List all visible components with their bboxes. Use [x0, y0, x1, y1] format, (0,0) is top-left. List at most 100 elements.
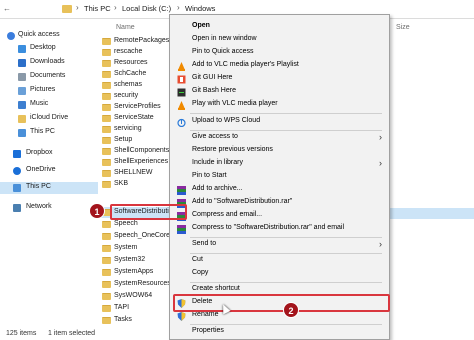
chevron-right-icon[interactable]: › — [114, 3, 117, 12]
sidebar-item-documents[interactable]: Documents — [0, 71, 98, 83]
menu-item-vlc-playlist[interactable]: Add to VLC media player's Playlist — [170, 60, 389, 72]
chevron-right-icon: › — [379, 158, 382, 168]
sidebar-item-label: This PC — [26, 183, 51, 190]
sidebar-item-onedrive[interactable]: OneDrive — [0, 165, 98, 177]
folder-icon — [102, 159, 111, 166]
menu-divider — [190, 324, 382, 325]
sidebar-item-network[interactable]: Network — [0, 202, 98, 214]
sidebar-item-pictures[interactable]: Pictures — [0, 85, 98, 97]
menu-item-open-new-window[interactable]: Open in new window — [170, 34, 389, 46]
menu-item-label: Copy — [192, 269, 209, 276]
menu-item-send-to[interactable]: Send to › — [170, 239, 389, 251]
menu-item-add-to-rar[interactable]: Add to "SoftwareDistribution.rar" — [170, 197, 389, 209]
menu-item-cut[interactable]: Cut — [170, 255, 389, 267]
file-name: SHELLNEW — [114, 169, 153, 176]
menu-item-pin-start[interactable]: Pin to Start — [170, 171, 389, 183]
folder-icon — [102, 317, 111, 324]
folder-icon — [102, 245, 111, 252]
menu-item-include-library[interactable]: Include in library › — [170, 158, 389, 170]
winrar-icon — [177, 225, 186, 234]
menu-item-give-access[interactable]: Give access to › — [170, 132, 389, 144]
chevron-right-icon[interactable]: › — [177, 3, 180, 12]
folder-icon — [102, 257, 111, 264]
callout-box-folder — [110, 204, 187, 220]
file-name: SystemApps — [114, 268, 154, 275]
callout-badge-1: 1 — [89, 203, 105, 219]
sidebar-item-label: iCloud Drive — [30, 114, 69, 121]
menu-item-pin-quick-access[interactable]: Pin to Quick access — [170, 47, 389, 59]
sidebar-item-desktop[interactable]: Desktop — [0, 43, 98, 55]
onedrive-icon — [13, 167, 21, 175]
file-name: Speech — [114, 220, 138, 227]
file-name: ShellExperiences — [114, 158, 169, 165]
file-name: SKB — [114, 180, 129, 187]
folder-icon — [102, 269, 111, 276]
sidebar-item-label: Documents — [30, 72, 66, 79]
sidebar-item-label: This PC — [30, 128, 55, 135]
file-name: security — [114, 92, 139, 99]
computer-icon — [18, 129, 26, 137]
menu-item-label: Cut — [192, 256, 203, 263]
vlc-icon — [177, 62, 186, 71]
chevron-right-icon[interactable]: › — [76, 3, 79, 12]
file-name: Tasks — [114, 316, 132, 323]
breadcrumb-this-pc[interactable]: This PC — [84, 4, 111, 13]
menu-item-label: Give access to — [192, 133, 238, 140]
column-header-name[interactable]: Name — [116, 24, 135, 31]
sidebar-item-this-pc-quick[interactable]: This PC — [0, 127, 98, 139]
file-name: System32 — [114, 256, 146, 263]
menu-item-label: Play with VLC media player — [192, 100, 278, 107]
column-header-size[interactable]: Size — [396, 24, 410, 31]
file-name: ShellComponents — [114, 147, 170, 154]
sidebar-item-quick-access[interactable]: Quick access — [0, 30, 98, 42]
breadcrumb-local-disk[interactable]: Local Disk (C:) — [122, 4, 171, 13]
menu-item-upload-wps[interactable]: Upload to WPS Cloud — [170, 116, 389, 128]
menu-item-label: Rename — [192, 311, 219, 318]
menu-item-compress-rar-email[interactable]: Compress to "SoftwareDistribution.rar" a… — [170, 223, 389, 235]
menu-item-label: Create shortcut — [192, 285, 240, 292]
file-name: SystemResources — [114, 280, 171, 287]
menu-item-add-archive[interactable]: Add to archive... — [170, 184, 389, 196]
sidebar-item-music[interactable]: Music — [0, 99, 98, 111]
menu-item-compress-email[interactable]: Compress and email... — [170, 210, 389, 222]
sidebar-item-label: Desktop — [30, 44, 56, 51]
sidebar-item-label: Dropbox — [26, 149, 53, 156]
chevron-right-icon: › — [379, 239, 382, 249]
folder-icon — [102, 148, 111, 155]
menu-item-restore-previous[interactable]: Restore previous versions — [170, 145, 389, 157]
menu-item-git-bash[interactable]: Git Bash Here — [170, 86, 389, 98]
file-name: Setup — [114, 136, 133, 143]
sidebar-item-dropbox[interactable]: Dropbox — [0, 148, 98, 160]
folder-icon — [102, 93, 111, 100]
folder-icon — [102, 281, 111, 288]
nav-arrow-icon[interactable]: ← — [3, 4, 13, 14]
download-icon — [18, 59, 26, 67]
menu-item-properties[interactable]: Properties — [170, 326, 389, 338]
menu-item-label: Git GUI Here — [192, 74, 233, 81]
menu-item-label: Compress and email... — [192, 211, 263, 218]
sidebar-item-icloud-drive[interactable]: iCloud Drive — [0, 113, 98, 125]
menu-item-label: Open in new window — [192, 35, 257, 42]
file-name: SchCache — [114, 70, 147, 77]
menu-item-play-vlc[interactable]: Play with VLC media player — [170, 99, 389, 111]
file-name: RemotePackages — [114, 37, 170, 44]
breadcrumb-windows[interactable]: Windows — [185, 4, 215, 13]
sidebar-item-this-pc[interactable]: This PC — [0, 182, 98, 194]
menu-item-open[interactable]: Open — [170, 21, 389, 33]
folder-icon — [62, 5, 72, 13]
menu-item-label: Add to VLC media player's Playlist — [192, 61, 299, 68]
sidebar-item-downloads[interactable]: Downloads — [0, 57, 98, 69]
folder-icon — [102, 170, 111, 177]
menu-item-copy[interactable]: Copy — [170, 268, 389, 280]
dropbox-icon — [13, 150, 21, 158]
file-name: schemas — [114, 81, 143, 88]
menu-divider — [190, 282, 382, 283]
menu-item-label: Git Bash Here — [192, 87, 236, 94]
menu-item-git-gui[interactable]: Git GUI Here — [170, 73, 389, 85]
folder-icon — [102, 305, 111, 312]
shield-icon — [177, 312, 186, 321]
file-name: rescache — [114, 48, 143, 55]
status-selection: 1 item selected — [48, 330, 96, 337]
desktop-icon — [18, 45, 26, 53]
folder-icon — [102, 82, 111, 89]
